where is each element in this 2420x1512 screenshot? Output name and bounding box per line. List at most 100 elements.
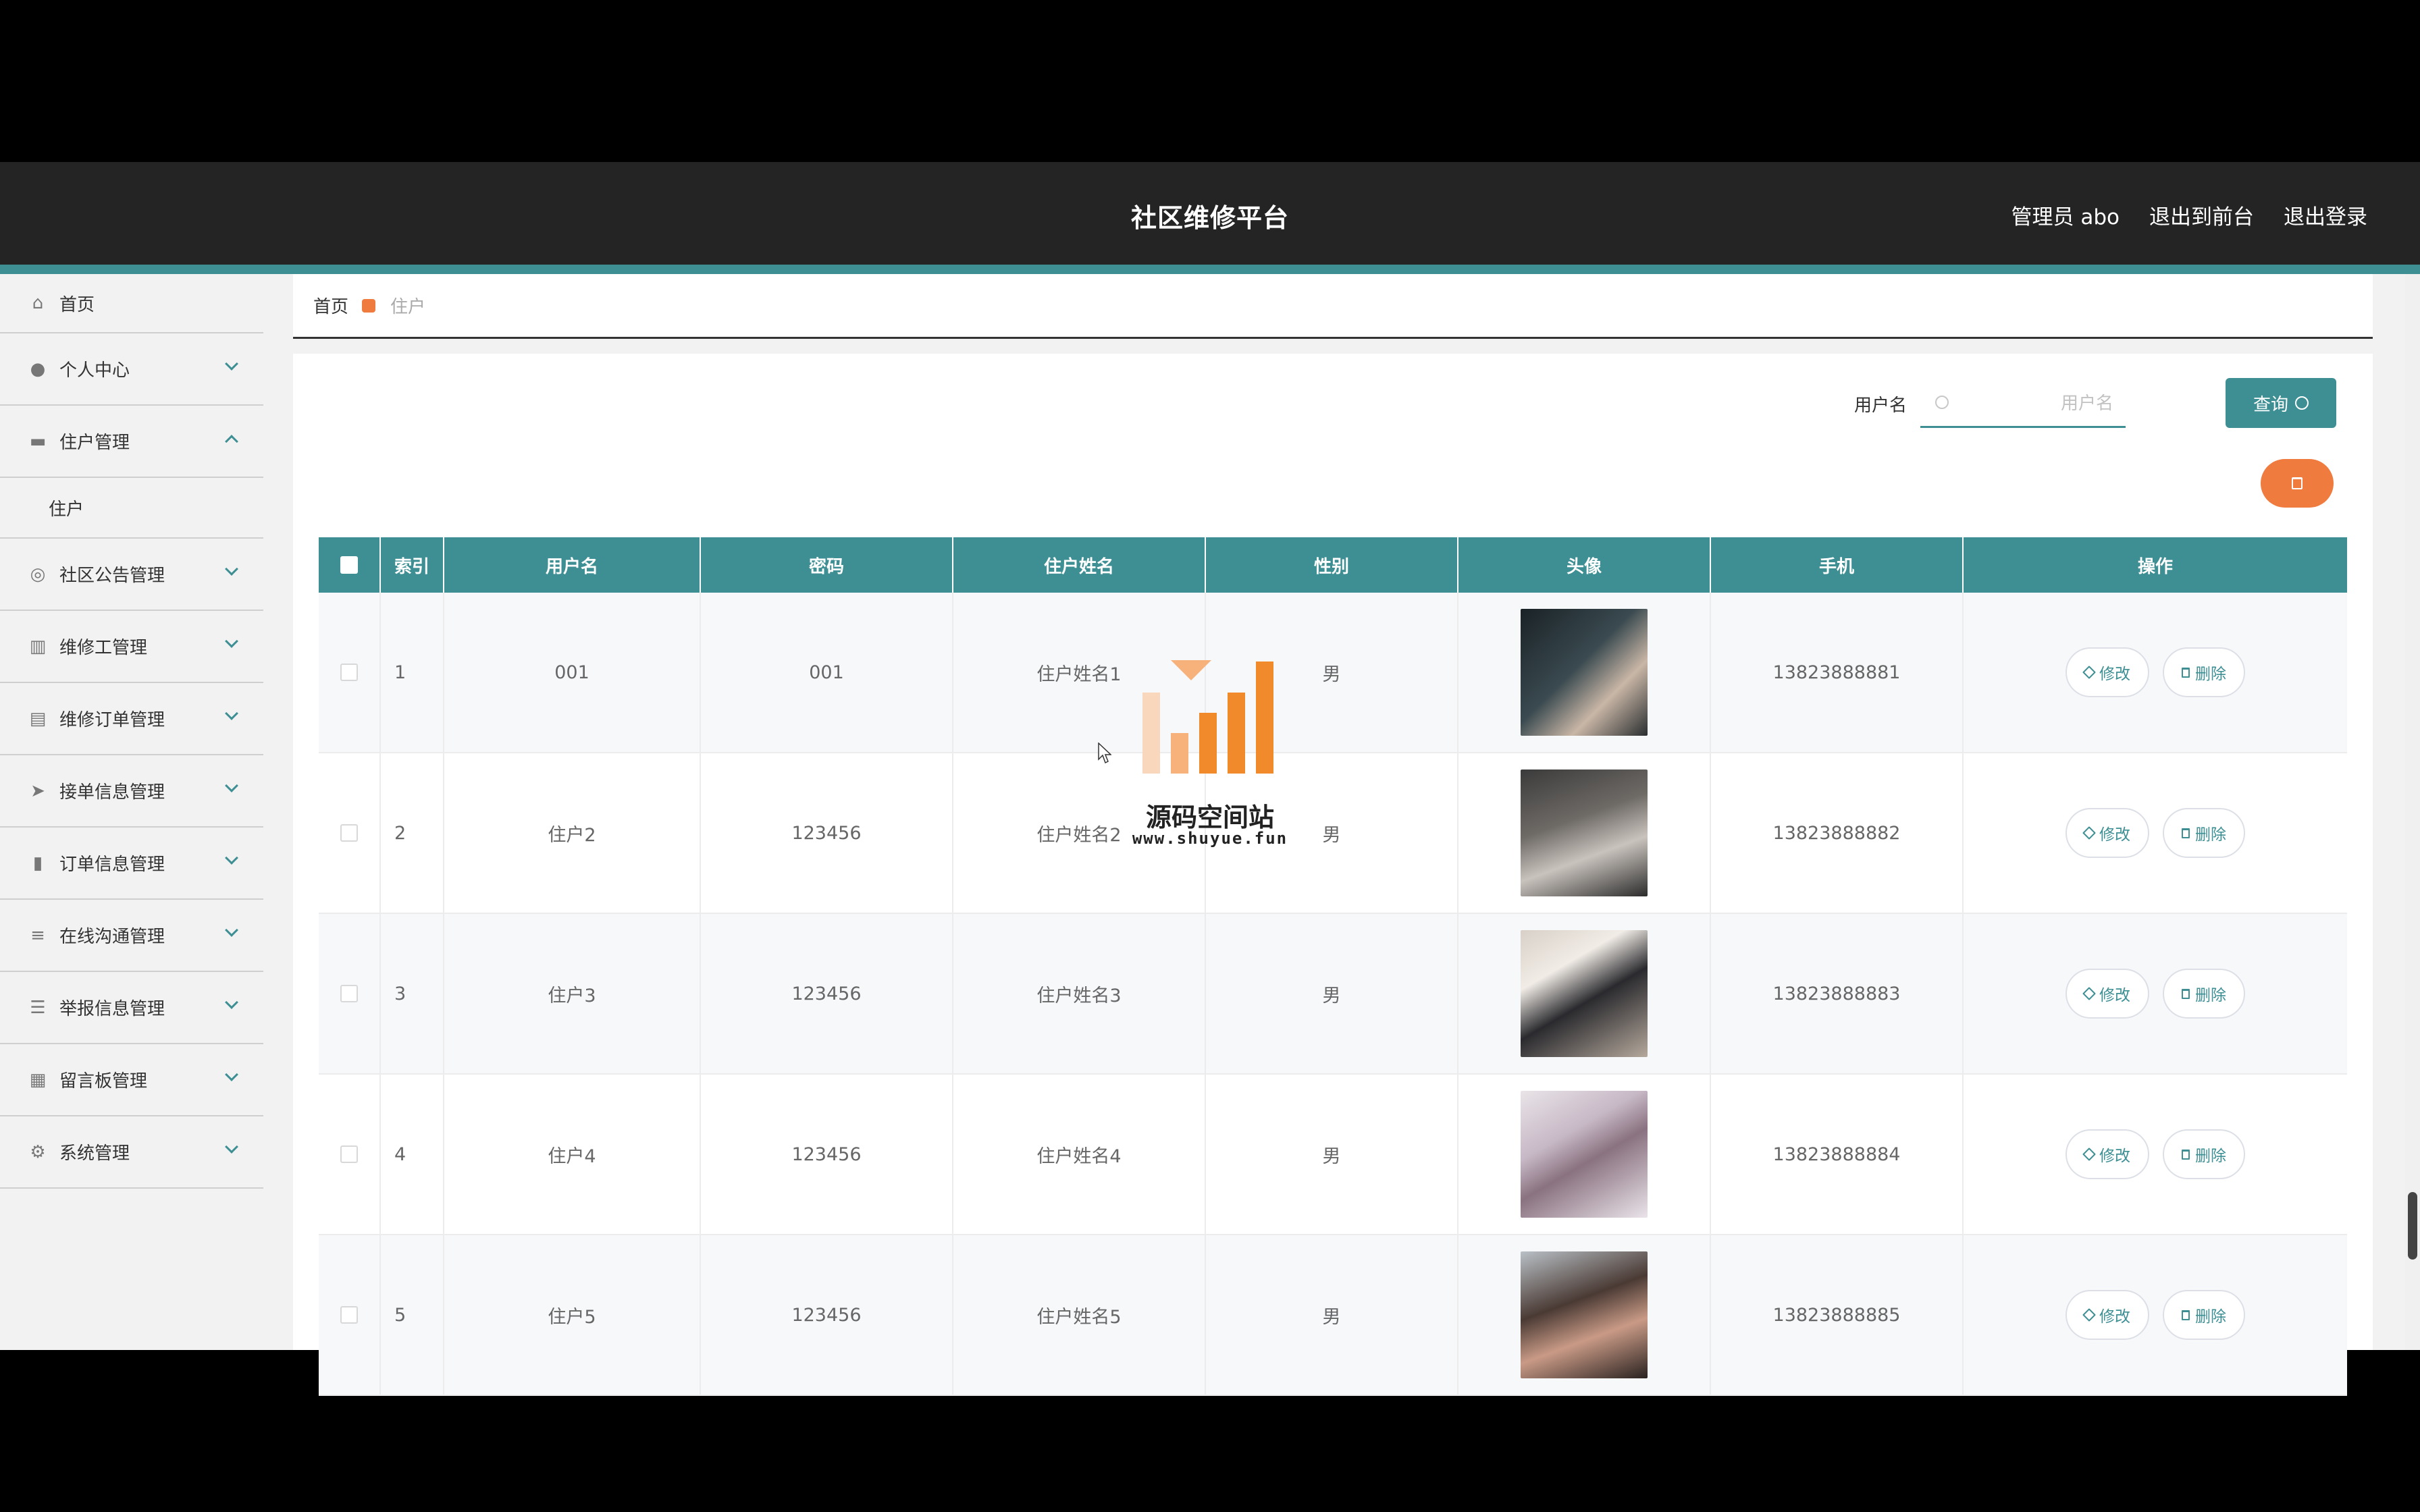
sidebar-item-accept-orders[interactable]: ➤ 接单信息管理 <box>0 755 263 828</box>
sidebar-item-announcements[interactable]: ◎ 社区公告管理 <box>0 539 263 611</box>
delete-button[interactable]: 删除 <box>2163 969 2245 1019</box>
delete-button[interactable]: 删除 <box>2163 1290 2245 1340</box>
cell-password: 123456 <box>701 753 953 913</box>
cell-password: 001 <box>701 593 953 752</box>
header-username: 用户名 <box>444 537 701 593</box>
sidebar-item-message-board[interactable]: ▦ 留言板管理 <box>0 1044 263 1116</box>
header-phone: 手机 <box>1711 537 1964 593</box>
cell-resident-name: 住户姓名4 <box>953 1075 1206 1234</box>
sidebar-subitem-resident[interactable]: 住户 <box>0 478 263 539</box>
search-icon <box>2295 396 2309 410</box>
cell-gender: 男 <box>1206 753 1458 913</box>
row-checkbox[interactable] <box>340 1306 358 1324</box>
sidebar-item-system[interactable]: ⚙ 系统管理 <box>0 1116 263 1189</box>
cell-resident-name: 住户姓名5 <box>953 1235 1206 1395</box>
search-icon <box>1935 396 1949 409</box>
sliders-icon: ≡ <box>30 925 45 946</box>
delete-button[interactable]: 删除 <box>2163 808 2245 858</box>
breadcrumb-home[interactable]: 首页 <box>313 293 348 318</box>
sidebar-item-profile[interactable]: ● 个人中心 <box>0 333 263 406</box>
sidebar-item-repair-orders[interactable]: ▤ 维修订单管理 <box>0 683 263 755</box>
home-icon: ⌂ <box>32 293 44 313</box>
trash-icon <box>2182 1310 2190 1320</box>
cell-phone: 13823888882 <box>1711 753 1964 913</box>
cell-gender: 男 <box>1206 914 1458 1073</box>
mouse-cursor-icon <box>1098 742 1111 764</box>
cell-index: 5 <box>381 1235 444 1395</box>
edit-button[interactable]: 修改 <box>2066 969 2149 1019</box>
table-row: 2 住户2 123456 住户姓名2 男 13823888882 修改 删除 <box>319 753 2347 914</box>
main-content: 首页 住户 用户名 查询 索引 用户名 密码 住户姓名 性别 头像 手机 <box>263 274 2420 1396</box>
sidebar: ⌂ 首页 ● 个人中心 ▬ 住户管理 住户 ◎ 社区公告管理 ▥ 维修工管理 ▤… <box>0 274 263 1350</box>
sidebar-item-residents[interactable]: ▬ 住户管理 <box>0 406 263 478</box>
search-field[interactable] <box>1920 379 2126 428</box>
cell-username: 住户3 <box>444 914 701 1073</box>
cell-username: 住户4 <box>444 1075 701 1234</box>
chevron-down-icon <box>225 562 238 576</box>
delete-label: 删除 <box>2195 666 2226 683</box>
sidebar-item-label: 接单信息管理 <box>59 782 165 803</box>
top-header: 社区维修平台 管理员 abo 退出到前台 退出登录 <box>0 162 2420 265</box>
cell-resident-name: 住户姓名3 <box>953 914 1206 1073</box>
scrollbar-thumb[interactable] <box>2408 1192 2417 1260</box>
cell-phone: 13823888884 <box>1711 1075 1964 1234</box>
sidebar-item-home[interactable]: ⌂ 首页 <box>0 274 263 333</box>
delete-button[interactable]: 删除 <box>2163 1129 2245 1179</box>
chevron-down-icon <box>225 996 238 1009</box>
cell-phone: 13823888881 <box>1711 593 1964 752</box>
sidebar-item-label: 举报信息管理 <box>59 999 165 1019</box>
cell-index: 4 <box>381 1075 444 1234</box>
edit-button[interactable]: 修改 <box>2066 1129 2149 1179</box>
cell-resident-name: 住户姓名1 <box>953 593 1206 752</box>
cell-resident-name: 住户姓名2 <box>953 753 1206 913</box>
batch-delete-button[interactable] <box>2261 459 2334 508</box>
cell-phone: 13823888885 <box>1711 1235 1964 1395</box>
sidebar-item-label: 住户管理 <box>59 433 130 453</box>
sidebar-item-label: 系统管理 <box>59 1143 130 1164</box>
breadcrumb: 首页 住户 <box>293 274 2373 339</box>
row-checkbox[interactable] <box>340 985 358 1002</box>
trash-icon <box>2182 667 2190 678</box>
chevron-down-icon <box>225 1140 238 1154</box>
table-row: 4 住户4 123456 住户姓名4 男 13823888884 修改 删除 <box>319 1075 2347 1235</box>
header-accent-bar <box>0 265 2420 274</box>
row-checkbox[interactable] <box>340 824 358 842</box>
header-index: 索引 <box>381 537 444 593</box>
trash-icon <box>2182 828 2190 838</box>
bar-chart-icon: ▮ <box>32 853 43 873</box>
search-input[interactable] <box>1958 387 2113 420</box>
trash-icon <box>2182 1149 2190 1160</box>
cell-index: 2 <box>381 753 444 913</box>
chevron-down-icon <box>225 779 238 792</box>
sidebar-item-reports[interactable]: ☰ 举报信息管理 <box>0 972 263 1044</box>
edit-button[interactable]: 修改 <box>2066 647 2149 697</box>
table-row: 3 住户3 123456 住户姓名3 男 13823888883 修改 删除 <box>319 914 2347 1075</box>
row-checkbox[interactable] <box>340 664 358 681</box>
row-checkbox[interactable] <box>340 1145 358 1163</box>
header-password: 密码 <box>701 537 953 593</box>
chevron-down-icon <box>225 1068 238 1081</box>
chevron-down-icon <box>225 707 238 720</box>
delete-button[interactable]: 删除 <box>2163 647 2245 697</box>
sidebar-item-order-info[interactable]: ▮ 订单信息管理 <box>0 828 263 900</box>
sidebar-item-repairmen[interactable]: ▥ 维修工管理 <box>0 611 263 683</box>
edit-button[interactable]: 修改 <box>2066 808 2149 858</box>
sidebar-item-online-chat[interactable]: ≡ 在线沟通管理 <box>0 900 263 972</box>
cell-username: 001 <box>444 593 701 752</box>
page-scrollbar[interactable] <box>2405 274 2420 1350</box>
edit-icon <box>2082 826 2096 840</box>
edit-label: 修改 <box>2099 1148 2130 1165</box>
chevron-down-icon <box>225 851 238 865</box>
logout-link[interactable]: 退出登录 <box>2284 200 2367 230</box>
admin-user[interactable]: 管理员 abo <box>2011 200 2120 230</box>
cell-actions: 修改 删除 <box>1964 1075 2347 1234</box>
edit-button[interactable]: 修改 <box>2066 1290 2149 1340</box>
query-button[interactable]: 查询 <box>2226 378 2336 428</box>
exit-to-front-link[interactable]: 退出到前台 <box>2149 200 2254 230</box>
breadcrumb-current: 住户 <box>390 297 426 317</box>
select-all-checkbox[interactable] <box>340 556 358 574</box>
edit-icon <box>2082 1308 2096 1322</box>
compass-icon: ◎ <box>30 564 46 585</box>
sidebar-item-label: 在线沟通管理 <box>59 927 165 947</box>
table-row: 1 001 001 住户姓名1 男 13823888881 修改 删除 <box>319 593 2347 753</box>
